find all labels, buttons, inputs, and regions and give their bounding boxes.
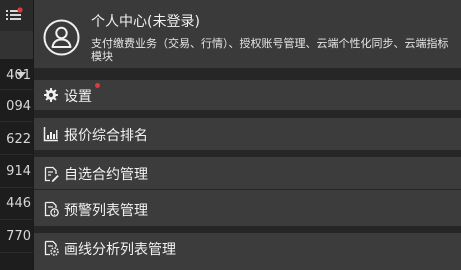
user-center-header[interactable]: 个人中心(未登录) 支付缴费业务（交易、行情）、授权账号管理、云端个性化同步、云… xyxy=(34,0,461,68)
row-divider xyxy=(0,219,33,220)
menu-item-quote-ranking[interactable]: 报价综合排名 xyxy=(34,118,461,150)
menu-item-settings[interactable]: 设置 xyxy=(34,80,461,110)
document-gear-icon xyxy=(44,240,59,256)
user-center-description: 支付缴费业务（交易、行情）、授权账号管理、云端个性化同步、云端指标模块 xyxy=(91,37,449,63)
row-divider xyxy=(0,121,33,122)
background-column-header[interactable] xyxy=(0,31,33,78)
settings-label: 设置 xyxy=(64,89,92,105)
background-toolbar xyxy=(0,0,33,31)
gear-icon xyxy=(44,88,58,102)
row-divider xyxy=(0,89,33,90)
background-quote-value: 094 xyxy=(6,99,31,114)
watchlist-label: 自选合约管理 xyxy=(64,167,148,183)
background-quote-value: 401 xyxy=(6,68,31,83)
row-divider xyxy=(0,252,33,253)
row-divider xyxy=(0,154,33,155)
document-alert-icon xyxy=(44,201,59,217)
background-quote-value: 914 xyxy=(6,164,31,179)
alert-list-label: 预警列表管理 xyxy=(64,203,148,219)
section-divider xyxy=(34,68,461,80)
navigation-drawer: 个人中心(未登录) 支付缴费业务（交易、行情）、授权账号管理、云端个性化同步、云… xyxy=(33,0,461,270)
app-screen: 401 094 622 914 446 770 个人中心(未登录) 支付缴费业务… xyxy=(0,0,461,270)
background-quote-value: 622 xyxy=(6,132,31,147)
background-quote-value: 770 xyxy=(6,229,31,244)
menu-item-watchlist[interactable]: 自选合约管理 xyxy=(34,157,461,189)
user-center-title: 个人中心(未登录) xyxy=(91,14,200,30)
bar-chart-icon xyxy=(43,127,58,142)
section-divider xyxy=(34,150,461,157)
background-quote-list: 401 094 622 914 446 770 xyxy=(0,0,34,270)
notification-dot xyxy=(95,83,100,88)
menu-icon[interactable] xyxy=(5,7,23,23)
menu-item-alert-list[interactable]: 预警列表管理 xyxy=(34,190,461,226)
section-divider xyxy=(34,226,461,233)
menu-item-drawing-list[interactable]: 画线分析列表管理 xyxy=(34,233,461,270)
user-avatar-icon[interactable] xyxy=(43,19,80,56)
drawing-list-label: 画线分析列表管理 xyxy=(64,242,176,258)
row-divider xyxy=(0,187,33,188)
document-edit-icon xyxy=(44,166,59,182)
background-quote-value: 446 xyxy=(6,196,31,211)
quote-ranking-label: 报价综合排名 xyxy=(64,128,148,144)
section-divider xyxy=(34,110,461,118)
